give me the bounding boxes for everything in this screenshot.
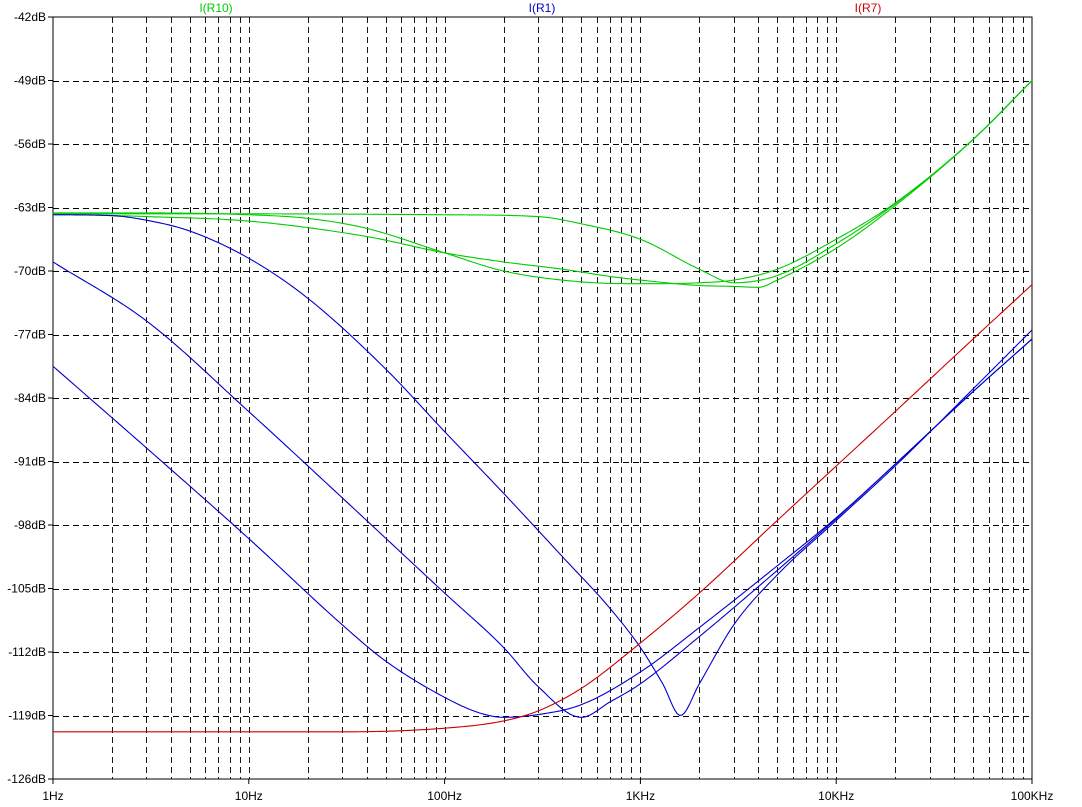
y-tick-label: -77dB (14, 328, 46, 342)
y-tick-label: -91dB (14, 455, 46, 469)
plot-frame (52, 16, 1033, 780)
x-tick-label: 10KHz (818, 789, 854, 803)
trace-ir7 (53, 284, 1033, 733)
trace-ir10 (53, 80, 1033, 285)
y-tick-label: -98dB (14, 518, 46, 532)
trace-ir10 (52, 80, 1033, 288)
y-tick-label: -56dB (14, 137, 46, 151)
x-tick-label: 1Hz (42, 789, 63, 803)
trace-ir1 (52, 338, 1033, 718)
y-tick-label: -105dB (7, 582, 46, 596)
trace-ir1 (52, 261, 1033, 718)
x-tick-label: 100KHz (1011, 789, 1054, 803)
traces (52, 80, 1033, 733)
plot: -42dB -49dB -56dB -63dB -70dB -77dB -84dB -91dB… (7, 1, 1053, 803)
x-tick-label: 1KHz (626, 789, 655, 803)
y-tick-label: -49dB (14, 74, 46, 88)
legend-label: I(R1) (529, 1, 556, 15)
legend-label: I(R10) (199, 1, 232, 15)
legend-label: I(R7) (855, 1, 882, 15)
y-tick-label: -119dB (8, 709, 46, 723)
x-tick-label: 100Hz (427, 789, 462, 803)
legend: I(R10) I(R1) I(R7) (199, 1, 881, 15)
y-tick-label: -42dB (14, 10, 46, 24)
y-tick-label: -70dB (14, 264, 46, 278)
trace-ir1 (52, 214, 1033, 716)
y-tick-label: -112dB (8, 645, 46, 659)
y-tick-label: -63dB (14, 201, 46, 215)
tick-labels: -42dB -49dB -56dB -63dB -70dB -77dB -84dB -91dB… (7, 10, 1053, 803)
y-tick-label: -84dB (14, 391, 46, 405)
x-tick-label: 10Hz (235, 789, 263, 803)
trace-ir10 (53, 80, 1033, 284)
y-tick-label: -126dB (7, 772, 46, 786)
grid (53, 17, 1032, 779)
